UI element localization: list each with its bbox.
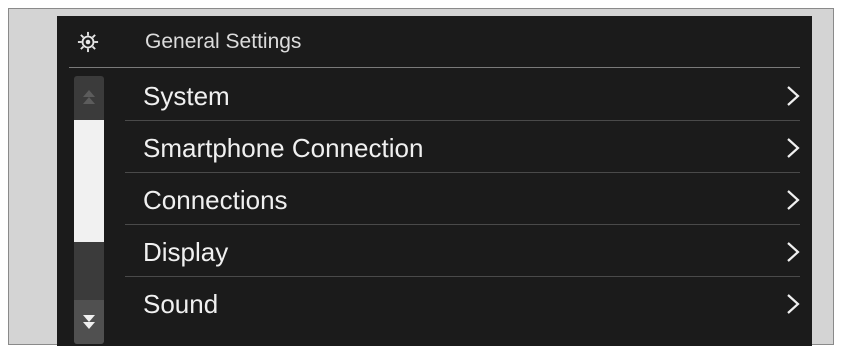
chevron-right-icon xyxy=(787,86,800,106)
menu-item-smartphone-connection[interactable]: Smartphone Connection xyxy=(125,121,800,173)
settings-screen: General Settings System Smartphone Conne… xyxy=(57,16,812,346)
scroll-up-icon xyxy=(83,90,95,104)
menu-item-label: Sound xyxy=(143,289,219,319)
chevron-right-icon xyxy=(787,294,800,314)
chevron-right-icon xyxy=(787,138,800,158)
screen-header: General Settings xyxy=(57,16,812,68)
scroll-down-button[interactable] xyxy=(74,300,104,344)
menu-item-connections[interactable]: Connections xyxy=(125,173,800,225)
menu-item-sound[interactable]: Sound xyxy=(125,277,800,329)
chevron-right-icon xyxy=(787,190,800,210)
scroll-thumb[interactable] xyxy=(74,120,104,242)
page-title: General Settings xyxy=(145,30,302,53)
scrollbar[interactable] xyxy=(74,76,104,344)
scroll-down-icon xyxy=(83,315,95,329)
scroll-up-button[interactable] xyxy=(74,76,104,120)
menu-item-system[interactable]: System xyxy=(125,69,800,121)
settings-list: System Smartphone Connection Connections… xyxy=(125,69,800,329)
chevron-right-icon xyxy=(787,242,800,262)
gear-icon xyxy=(77,31,99,53)
header-divider xyxy=(69,67,800,68)
menu-item-label: Smartphone Connection xyxy=(143,133,424,163)
menu-item-label: System xyxy=(143,81,230,111)
menu-item-display[interactable]: Display xyxy=(125,225,800,277)
menu-item-label: Display xyxy=(143,237,229,267)
menu-item-label: Connections xyxy=(143,185,288,215)
